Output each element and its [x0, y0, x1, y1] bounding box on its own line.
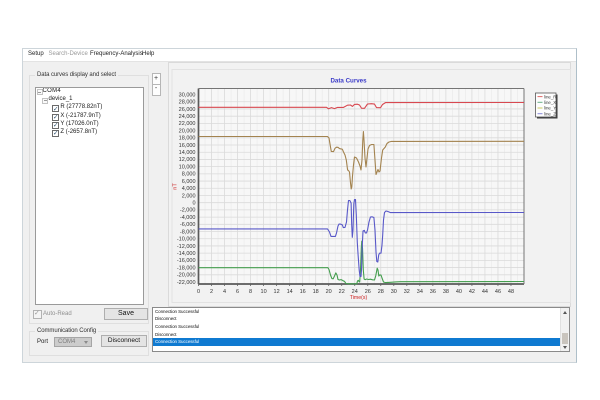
- svg-text:40: 40: [455, 289, 461, 295]
- svg-text:32: 32: [403, 289, 409, 295]
- svg-text:-16,000: -16,000: [176, 258, 195, 264]
- svg-text:-8,000: -8,000: [179, 229, 195, 235]
- svg-text:44: 44: [481, 289, 487, 295]
- svg-text:line_Z: line_Z: [544, 111, 556, 116]
- svg-text:28,000: 28,000: [178, 100, 195, 106]
- svg-text:24,000: 24,000: [178, 114, 195, 120]
- svg-text:line_X: line_X: [544, 100, 556, 105]
- svg-text:-18,000: -18,000: [176, 265, 195, 271]
- svg-text:Time(s): Time(s): [349, 295, 367, 301]
- svg-text:48: 48: [507, 289, 513, 295]
- svg-text:4,000: 4,000: [181, 186, 195, 192]
- svg-text:20: 20: [325, 289, 331, 295]
- svg-text:8,000: 8,000: [181, 172, 195, 178]
- svg-text:42: 42: [468, 289, 474, 295]
- svg-text:4: 4: [223, 289, 226, 295]
- svg-text:Data Curves: Data Curves: [330, 77, 367, 84]
- svg-text:line_Y: line_Y: [544, 106, 556, 111]
- svg-text:-20,000: -20,000: [176, 273, 195, 279]
- svg-text:0: 0: [192, 200, 195, 206]
- svg-text:8: 8: [249, 289, 252, 295]
- svg-text:22: 22: [338, 289, 344, 295]
- svg-text:6,000: 6,000: [181, 179, 195, 185]
- svg-text:14: 14: [286, 289, 292, 295]
- svg-text:16: 16: [299, 289, 305, 295]
- svg-text:10,000: 10,000: [178, 164, 195, 170]
- svg-text:2: 2: [209, 289, 212, 295]
- svg-text:-14,000: -14,000: [176, 251, 195, 257]
- svg-text:6: 6: [236, 289, 239, 295]
- svg-text:line_R: line_R: [544, 94, 556, 99]
- svg-text:-10,000: -10,000: [176, 237, 195, 243]
- svg-text:28: 28: [377, 289, 383, 295]
- svg-text:nT: nT: [172, 183, 178, 190]
- svg-text:12: 12: [273, 289, 279, 295]
- svg-text:-22,000: -22,000: [176, 280, 195, 286]
- svg-text:10: 10: [260, 289, 266, 295]
- svg-text:-2,000: -2,000: [179, 208, 195, 214]
- svg-text:-12,000: -12,000: [176, 244, 195, 250]
- svg-text:18,000: 18,000: [178, 136, 195, 142]
- svg-text:-4,000: -4,000: [179, 215, 195, 221]
- svg-text:16,000: 16,000: [178, 143, 195, 149]
- svg-text:-6,000: -6,000: [179, 222, 195, 228]
- svg-text:12,000: 12,000: [178, 157, 195, 163]
- svg-text:22,000: 22,000: [178, 121, 195, 127]
- svg-text:18: 18: [312, 289, 318, 295]
- svg-text:34: 34: [416, 289, 422, 295]
- svg-text:14,000: 14,000: [178, 150, 195, 156]
- svg-text:0: 0: [196, 289, 199, 295]
- svg-text:30,000: 30,000: [178, 92, 195, 98]
- svg-text:20,000: 20,000: [178, 128, 195, 134]
- svg-text:38: 38: [442, 289, 448, 295]
- svg-text:46: 46: [494, 289, 500, 295]
- svg-text:2,000: 2,000: [181, 193, 195, 199]
- svg-text:26,000: 26,000: [178, 107, 195, 113]
- svg-text:30: 30: [390, 289, 396, 295]
- svg-text:36: 36: [429, 289, 435, 295]
